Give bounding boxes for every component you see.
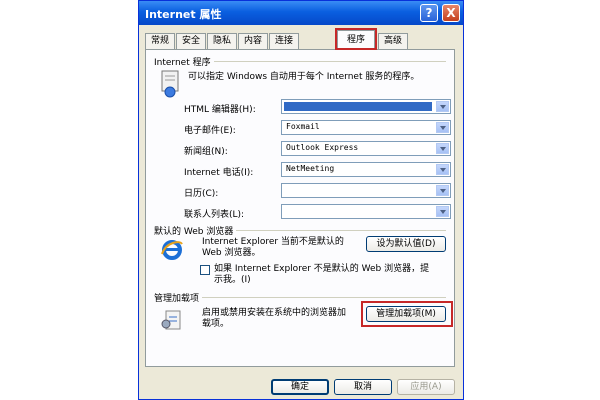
set-default-button[interactable]: 设为默认值(D) bbox=[366, 236, 446, 252]
cancel-button[interactable]: 取消 bbox=[334, 379, 392, 395]
tab-security[interactable]: 安全 bbox=[176, 33, 206, 49]
contact-list-label: 联系人列表(L): bbox=[184, 210, 245, 220]
selection-highlight bbox=[284, 102, 432, 111]
chevron-down-icon[interactable] bbox=[436, 143, 449, 154]
contact-list-select[interactable] bbox=[281, 204, 451, 219]
ok-button[interactable]: 确定 bbox=[271, 379, 329, 395]
close-icon: X bbox=[446, 6, 456, 20]
calendar-select[interactable] bbox=[281, 183, 451, 198]
newsgroup-value: Outlook Express bbox=[286, 143, 359, 152]
chevron-down-icon[interactable] bbox=[436, 185, 449, 196]
internet-call-label: Internet 电话(I): bbox=[184, 168, 254, 178]
tab-privacy[interactable]: 隐私 bbox=[207, 33, 237, 49]
calendar-label: 日历(C): bbox=[184, 189, 219, 199]
internet-programs-description: 可以指定 Windows 自动用于每个 Internet 服务的程序。 bbox=[188, 72, 420, 82]
email-label: 电子邮件(E): bbox=[184, 126, 236, 136]
internet-explorer-icon bbox=[161, 240, 183, 260]
html-editor-label: HTML 编辑器(H): bbox=[184, 105, 256, 115]
newsgroup-select[interactable]: Outlook Express bbox=[281, 141, 451, 156]
chevron-down-icon[interactable] bbox=[436, 101, 449, 112]
chevron-down-icon[interactable] bbox=[436, 206, 449, 217]
internet-call-select[interactable]: NetMeeting bbox=[281, 162, 451, 177]
manage-addons-highlight bbox=[361, 301, 453, 327]
help-button[interactable]: ? bbox=[420, 4, 438, 22]
addons-description-line2: 载项。 bbox=[202, 319, 230, 329]
addons-icon bbox=[161, 310, 181, 330]
email-value: Foxmail bbox=[286, 122, 320, 131]
browser-status-line2: Web 浏览器。 bbox=[202, 248, 261, 258]
programs-icon bbox=[161, 70, 179, 98]
internet-properties-dialog: Internet 属性 ? X 常规 安全 隐私 内容 连接 程序 高级 Int… bbox=[138, 0, 464, 400]
close-button[interactable]: X bbox=[442, 4, 460, 22]
programs-panel: Internet 程序 可以指定 Windows 自动用于每个 Internet… bbox=[145, 49, 455, 367]
chevron-down-icon[interactable] bbox=[436, 122, 449, 133]
tab-connections[interactable]: 连接 bbox=[269, 33, 299, 49]
chevron-down-icon[interactable] bbox=[436, 164, 449, 175]
tab-content[interactable]: 内容 bbox=[238, 33, 268, 49]
window-title: Internet 属性 bbox=[145, 8, 222, 21]
tab-general[interactable]: 常规 bbox=[145, 33, 175, 49]
manage-addons-group-title: 管理加载项 bbox=[154, 291, 203, 304]
email-select[interactable]: Foxmail bbox=[281, 120, 451, 135]
newsgroup-label: 新闻组(N): bbox=[184, 147, 228, 157]
internet-call-value: NetMeeting bbox=[286, 164, 335, 173]
title-bar[interactable]: Internet 属性 ? X bbox=[139, 1, 463, 25]
tab-advanced[interactable]: 高级 bbox=[378, 33, 408, 49]
programs-tab-highlight bbox=[335, 28, 377, 50]
prompt-default-line2: 示我。(I) bbox=[214, 275, 251, 285]
internet-programs-group-title: Internet 程序 bbox=[154, 55, 214, 68]
prompt-default-checkbox[interactable] bbox=[200, 265, 210, 275]
apply-button[interactable]: 应用(A) bbox=[397, 379, 455, 395]
help-icon: ? bbox=[425, 6, 433, 20]
html-editor-select[interactable] bbox=[281, 99, 451, 114]
